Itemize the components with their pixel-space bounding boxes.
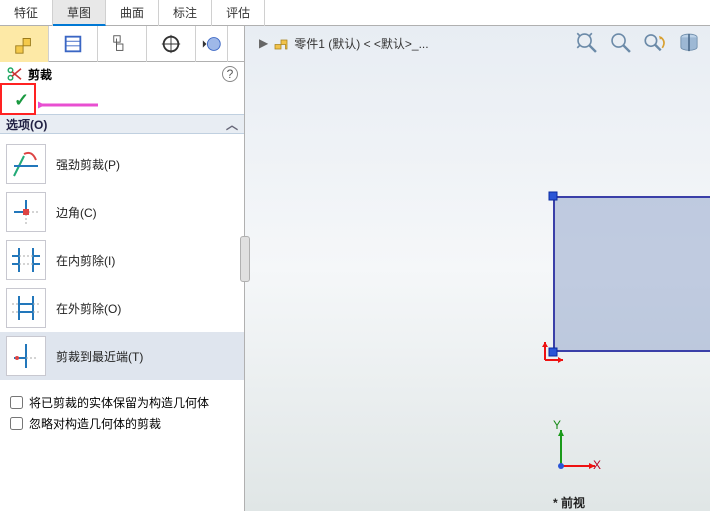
accept-cancel-row: ✓ — [0, 86, 244, 114]
sketch-rectangle[interactable] — [553, 196, 710, 352]
breadcrumb[interactable]: ▶ 零件1 (默认) < <默认>_... — [259, 34, 429, 52]
view-tools — [574, 30, 702, 56]
command-header: 剪裁 ? — [0, 62, 244, 86]
triangle-icon: ▶ — [259, 36, 268, 50]
tab-sketch[interactable]: 草图 — [53, 0, 106, 26]
checkbox-label: 忽略对构造几何体的剪裁 — [29, 415, 161, 432]
option-corner[interactable]: 边角(C) — [0, 188, 244, 236]
trim-nearest-icon — [10, 340, 42, 372]
option-trim-outside[interactable]: 在外剪除(O) — [0, 284, 244, 332]
options-label: 选项(O) — [6, 116, 47, 133]
part-icon — [272, 34, 290, 52]
option-label: 强劲剪裁(P) — [56, 156, 120, 173]
property-panel: 剪裁 ? ✓ 选项(O) ︿ 强劲剪裁(P) 边角(C) 在内剪除(I) — [0, 26, 245, 511]
zoom-fit-icon[interactable] — [574, 30, 600, 56]
corner-icon — [10, 196, 42, 228]
breadcrumb-text: 零件1 (默认) < <默认>_... — [294, 35, 428, 52]
trim-checkboxes: 将已剪裁的实体保留为构造几何体 忽略对构造几何体的剪裁 — [0, 386, 244, 440]
power-trim-icon — [10, 148, 42, 180]
tab-evaluate[interactable]: 评估 — [212, 0, 265, 26]
panel-tab-feature-manager[interactable] — [0, 26, 49, 62]
trim-inside-icon — [10, 244, 42, 276]
tab-annotations[interactable]: 标注 — [159, 0, 212, 26]
option-power-trim[interactable]: 强劲剪裁(P) — [0, 140, 244, 188]
axis-x-label: X — [593, 458, 601, 472]
graphics-viewport[interactable]: ▶ 零件1 (默认) < <默认>_... X Y * 前视 — [245, 26, 710, 511]
tab-surfaces[interactable]: 曲面 — [106, 0, 159, 26]
panel-tab-overflow[interactable] — [196, 26, 228, 62]
accept-button[interactable]: ✓ — [14, 90, 29, 111]
option-trim-nearest[interactable]: 剪裁到最近端(T) — [0, 332, 244, 380]
panel-tab-strip — [0, 26, 244, 62]
options-section-header[interactable]: 选项(O) ︿ — [0, 114, 244, 134]
chevron-up-icon: ︿ — [226, 116, 238, 133]
splitter-handle[interactable] — [240, 236, 250, 282]
check-ignore-construction[interactable]: 忽略对构造几何体的剪裁 — [10, 415, 234, 432]
checkbox-input[interactable] — [10, 396, 23, 409]
annotation-arrow — [38, 98, 108, 112]
zoom-area-icon[interactable] — [608, 30, 634, 56]
main-tabs-bar: 特征 草图 曲面 标注 评估 — [0, 0, 710, 26]
checkbox-input[interactable] — [10, 417, 23, 430]
option-label: 剪裁到最近端(T) — [56, 348, 143, 365]
option-label: 在外剪除(O) — [56, 300, 121, 317]
previous-view-icon[interactable] — [642, 30, 668, 56]
orientation-label: * 前视 — [553, 494, 585, 511]
help-icon[interactable]: ? — [222, 66, 238, 82]
sketch-origin-icon — [535, 340, 565, 370]
panel-tab-configuration[interactable] — [98, 26, 147, 62]
trim-outside-icon — [10, 292, 42, 324]
trim-options-list: 强劲剪裁(P) 边角(C) 在内剪除(I) 在外剪除(O) 剪裁到最近端(T) — [0, 134, 244, 386]
checkbox-label: 将已剪裁的实体保留为构造几何体 — [29, 394, 209, 411]
option-label: 在内剪除(I) — [56, 252, 115, 269]
check-keep-construction[interactable]: 将已剪裁的实体保留为构造几何体 — [10, 394, 234, 411]
section-view-icon[interactable] — [676, 30, 702, 56]
panel-tab-property-manager[interactable] — [49, 26, 98, 62]
command-title: 剪裁 — [28, 66, 222, 83]
option-label: 边角(C) — [56, 204, 97, 221]
handle-top-left[interactable] — [549, 192, 558, 201]
axis-y-label: Y — [553, 418, 561, 432]
scissors-icon — [6, 65, 24, 83]
tab-features[interactable]: 特征 — [0, 0, 53, 26]
option-trim-inside[interactable]: 在内剪除(I) — [0, 236, 244, 284]
panel-tab-dimxpert[interactable] — [147, 26, 196, 62]
